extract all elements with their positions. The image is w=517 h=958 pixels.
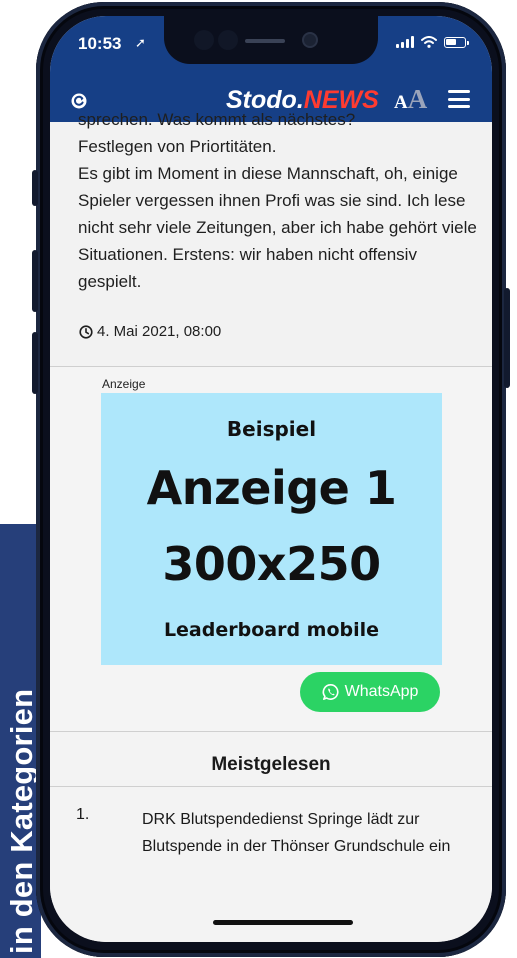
whatsapp-icon [322,684,339,700]
menu-icon[interactable] [448,90,470,108]
most-read-title: Meistgelesen [211,754,331,775]
divider [50,786,492,787]
signal-icon [396,36,414,48]
volume-up-button [32,250,38,312]
article-text: Festlegen von Priortitäten. Es gibt im M… [78,133,478,295]
mute-switch [32,170,38,206]
article-timestamp: 4. Mai 2021, 08:00 [79,323,221,340]
most-read-section: Meistgelesen 1. DRK Blutspendedienst Spr… [50,732,492,942]
side-category-label: in den Kategorien [4,688,39,954]
ad-label: Anzeige [102,377,146,391]
status-time: 10:53 [78,34,122,53]
most-read-rank: 1. [76,806,90,823]
article-paragraph: Es gibt im Moment in diese Mannschaft, o… [78,164,477,291]
volume-down-button [32,332,38,394]
article-paragraph: Festlegen von Priortitäten. [78,137,277,156]
article-cut-line: sprechen. Was kommt als nächstes? [78,110,356,129]
font-size-small-a: A [394,92,408,113]
most-read-headline: DRK Blutspendedienst Springe lädt zur Bl… [142,811,451,855]
whatsapp-label: WhatsApp [344,683,419,700]
status-icons [396,36,469,48]
wifi-icon [421,36,437,48]
speaker-grille [245,39,285,43]
phone-screen: 10:53 ➚ Stodo.NEWS AA sprechen. Was komm… [50,16,492,942]
font-size-button[interactable]: AA [394,84,427,115]
font-size-big-a: A [407,84,428,114]
home-indicator[interactable] [213,920,353,925]
power-button [504,288,510,388]
notch [164,16,378,64]
clock-icon [79,324,93,339]
whatsapp-share-button[interactable]: WhatsApp [300,672,440,712]
ad-section: Anzeige Beispiel Anzeige 1 300x250 Leade… [50,367,492,731]
sensor-dot [194,30,214,50]
ad-line-format: Leaderboard mobile [163,619,380,641]
front-camera [304,34,316,46]
side-category-strip: in den Kategorien [0,524,41,958]
ad-line-size: 300x250 [162,537,381,591]
timestamp-text: 4. Mai 2021, 08:00 [97,323,222,340]
ad-line-anzeige: Anzeige 1 [146,461,397,515]
phone-frame: 10:53 ➚ Stodo.NEWS AA sprechen. Was komm… [32,2,510,957]
battery-icon [444,36,469,48]
article-body: sprechen. Was kommt als nächstes? Festle… [50,110,492,366]
location-arrow-icon: ➚ [135,35,146,50]
ad-banner[interactable]: Beispiel Anzeige 1 300x250 Leaderboard m… [101,393,442,665]
sensor-dot [218,30,238,50]
ad-line-beispiel: Beispiel [226,417,317,441]
